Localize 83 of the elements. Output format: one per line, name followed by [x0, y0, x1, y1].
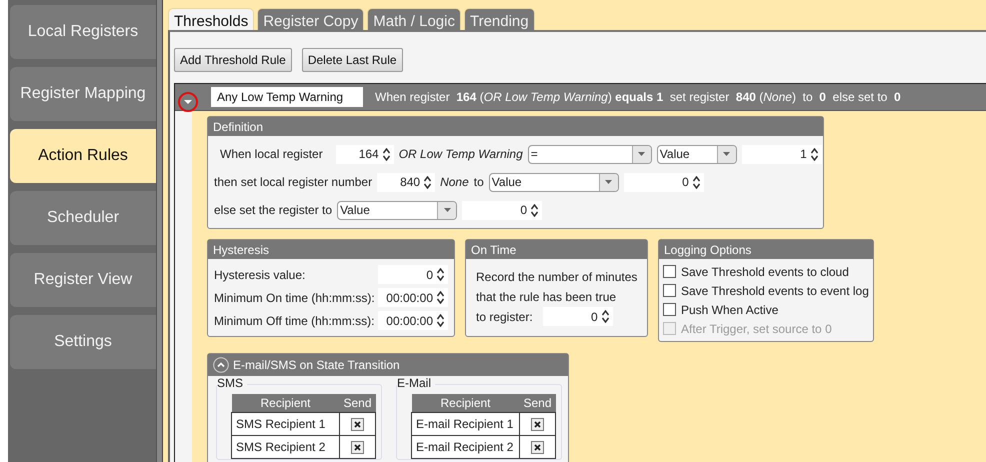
tab[interactable]: Trending: [464, 8, 535, 30]
number-field[interactable]: 00:00:00: [378, 288, 448, 307]
checkbox-label: After Trigger, set source to 0: [681, 322, 832, 336]
caret-down-icon: [184, 98, 192, 106]
panel-title: Logging Options: [664, 242, 752, 256]
group-title: E-Mail: [397, 376, 436, 390]
label: Hysteresis value:: [214, 268, 306, 282]
stepper-arrows-icon: [692, 176, 700, 188]
label: Minimum Off time (hh:mm:ss):: [214, 314, 374, 328]
x-mark-icon: [534, 444, 542, 452]
number-field[interactable]: 00:00:00: [378, 311, 448, 330]
dropdown[interactable]: Value: [656, 144, 737, 164]
checkbox-label: Push When Active: [681, 302, 778, 316]
number-field[interactable]: 0: [462, 200, 542, 220]
checkbox-label: Save Threshold events to event log: [681, 284, 869, 298]
stepper-arrows-icon: [437, 314, 444, 327]
stepper-arrows-icon: [531, 204, 538, 216]
panel-title: Hysteresis: [213, 242, 270, 256]
tab[interactable]: Register Copy: [257, 8, 364, 30]
checkbox-label: Save Threshold events to cloud: [681, 264, 849, 278]
stepper-arrows-icon: [602, 310, 609, 323]
column-header: Send: [520, 394, 556, 412]
sidebar-item[interactable]: Action Rules: [10, 129, 156, 183]
rule-summary: When register 164 (OR Low Temp Warning) equals 1 set register 840 (None) to 0 else set to 0: [375, 90, 901, 104]
column-header: Send: [340, 394, 376, 412]
table-cell: E-mail Recipient 1: [412, 412, 520, 436]
checkbox[interactable]: [663, 303, 676, 316]
label: Minimum On time (hh:mm:ss):: [214, 290, 375, 304]
number-field[interactable]: 0: [624, 172, 704, 192]
sidebar-item[interactable]: Register Mapping: [10, 67, 156, 121]
number-field[interactable]: 0: [378, 265, 448, 284]
sidebar-splitter[interactable]: [156, 0, 163, 462]
caret-icon: [723, 152, 730, 156]
x-mark-icon: [354, 421, 362, 428]
sidebar-item[interactable]: Scheduler: [10, 191, 156, 245]
dropdown[interactable]: Value: [488, 172, 619, 192]
register-name: None: [440, 175, 469, 189]
sidebar-item[interactable]: Local Registers: [10, 5, 156, 59]
column-header: Recipient: [412, 394, 520, 412]
label: to register:: [476, 310, 533, 324]
caret-icon: [605, 180, 612, 184]
caret-icon: [444, 208, 451, 212]
table-cell: E-mail Recipient 2: [412, 436, 520, 458]
label: to: [474, 175, 484, 189]
label: else set the register to: [214, 203, 332, 217]
action-button[interactable]: Delete Last Rule: [302, 48, 403, 72]
stepper-arrows-icon: [437, 291, 444, 304]
stepper-arrows-icon: [437, 268, 444, 281]
number-field[interactable]: 1: [742, 144, 822, 164]
number-field[interactable]: 840: [377, 172, 436, 192]
x-mark-icon: [354, 444, 362, 452]
table-cell: SMS Recipient 1: [232, 412, 340, 436]
number-field[interactable]: 164: [336, 144, 394, 164]
tab[interactable]: Math / Logic: [367, 8, 461, 30]
group-title: SMS: [217, 376, 248, 390]
stepper-arrows-icon: [810, 148, 818, 160]
number-field[interactable]: 0: [542, 307, 613, 326]
rule-name-field[interactable]: Any Low Temp Warning: [211, 87, 363, 107]
checkbox[interactable]: [531, 441, 544, 454]
checkbox[interactable]: [663, 284, 676, 297]
x-mark-icon: [534, 421, 542, 428]
stepper-arrows-icon: [382, 148, 390, 160]
collapse-icon[interactable]: [213, 357, 229, 373]
sidebar-item[interactable]: Register View: [10, 253, 156, 307]
panel-title: On Time: [471, 242, 516, 256]
checkbox[interactable]: [663, 265, 676, 278]
stepper-arrows-icon: [424, 176, 432, 188]
checkbox[interactable]: [531, 418, 544, 432]
sidebar-item[interactable]: Settings: [10, 315, 156, 369]
action-button[interactable]: Add Threshold Rule: [174, 48, 292, 72]
register-name: OR Low Temp Warning: [398, 147, 523, 161]
label: When local register: [220, 147, 323, 161]
dropdown[interactable]: =: [528, 144, 652, 164]
panel-title: Definition: [213, 120, 264, 134]
panel-title: E-mail/SMS on State Transition: [233, 358, 400, 372]
checkbox[interactable]: [351, 418, 364, 432]
dropdown[interactable]: Value: [337, 200, 458, 220]
caret-icon: [638, 152, 646, 156]
label: then set local register number: [214, 175, 372, 189]
table-cell: SMS Recipient 2: [232, 436, 340, 458]
tab[interactable]: Thresholds: [168, 8, 254, 30]
column-header: Recipient: [232, 394, 340, 412]
checkbox[interactable]: [351, 441, 364, 454]
